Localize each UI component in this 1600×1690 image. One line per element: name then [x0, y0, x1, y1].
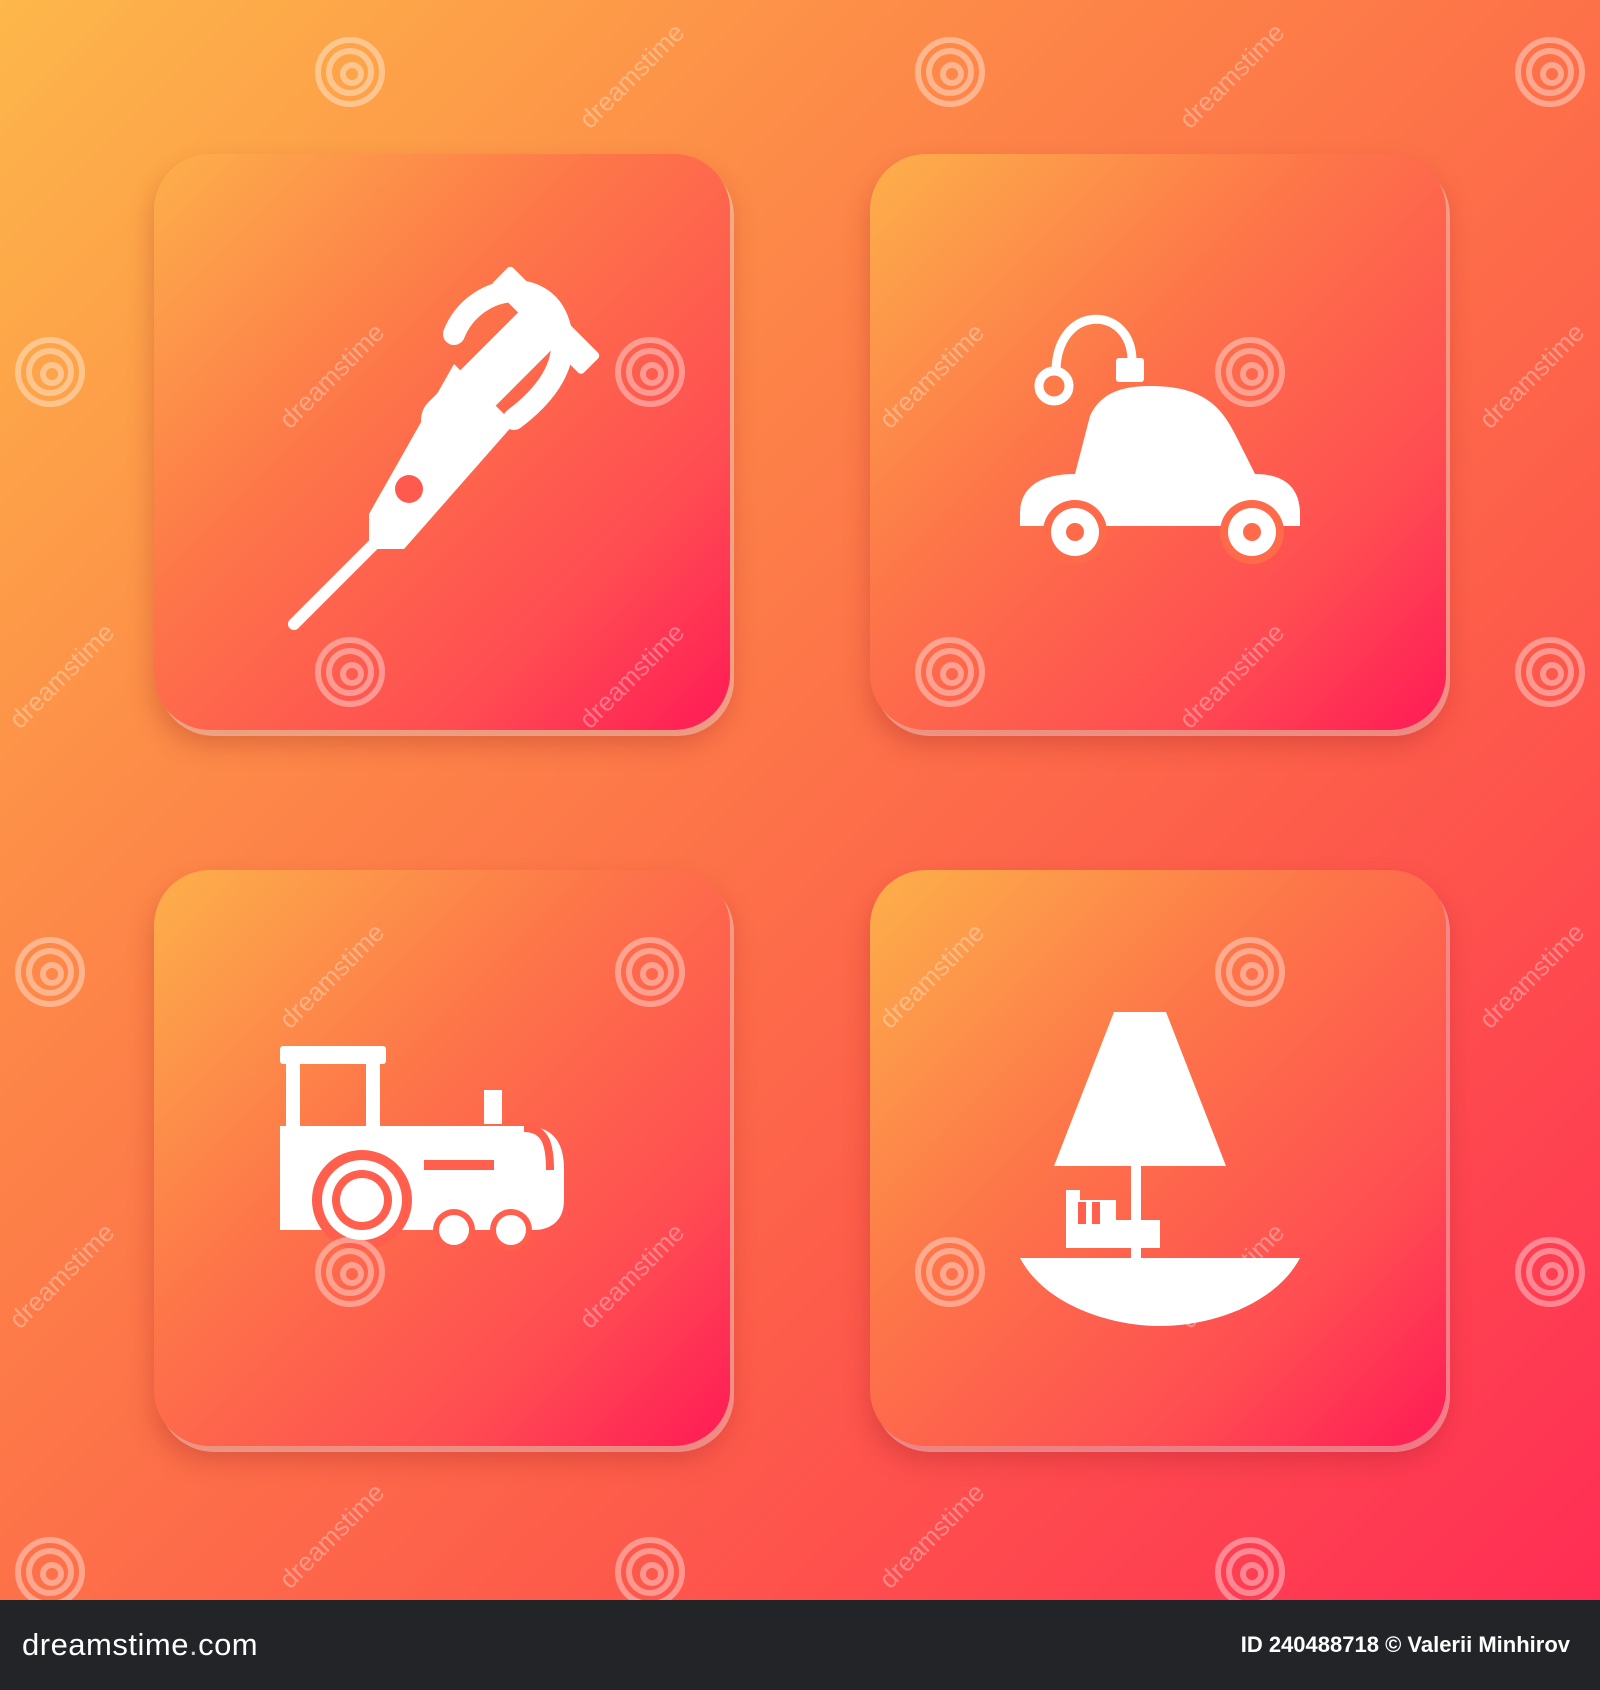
watermark-text: dreamstime [273, 1477, 390, 1594]
watermark-text: dreamstime [1473, 317, 1590, 434]
toy-train-icon [280, 1046, 564, 1251]
image-id: ID 240488718 [1240, 1632, 1379, 1657]
watermark-text: dreamstime [3, 1217, 120, 1334]
brand-name: dreamstime [22, 1627, 189, 1662]
tile-microphone [154, 154, 730, 730]
tile-floor-lamp [870, 870, 1446, 1446]
icon-set-artboard: dreamstime dreamstime dreamstime dreamst… [0, 0, 1600, 1600]
floor-lamp-icon [1020, 1012, 1300, 1326]
watermark-text: dreamstime [1173, 17, 1290, 134]
watermark-text: dreamstime [573, 17, 690, 134]
tile-toy-car [870, 154, 1446, 730]
image-credit: ID 240488718 © Valerii Minhirov [1241, 1632, 1570, 1658]
copyright-author: © Valerii Minhirov [1385, 1632, 1570, 1657]
watermark-text: dreamstime [1473, 917, 1590, 1034]
brand-logo-text: dreamstime.com [22, 1627, 258, 1663]
watermark-text: dreamstime [873, 1477, 990, 1594]
microphone-icon [288, 266, 600, 630]
toy-car-icon [1020, 314, 1300, 564]
watermark-text: dreamstime [3, 617, 120, 734]
brand-tld: com [198, 1627, 259, 1662]
brand-dot: . [188, 1627, 199, 1662]
tile-toy-train [154, 870, 730, 1446]
footer-bar: dreamstime.com ID 240488718 © Valerii Mi… [0, 1600, 1600, 1690]
